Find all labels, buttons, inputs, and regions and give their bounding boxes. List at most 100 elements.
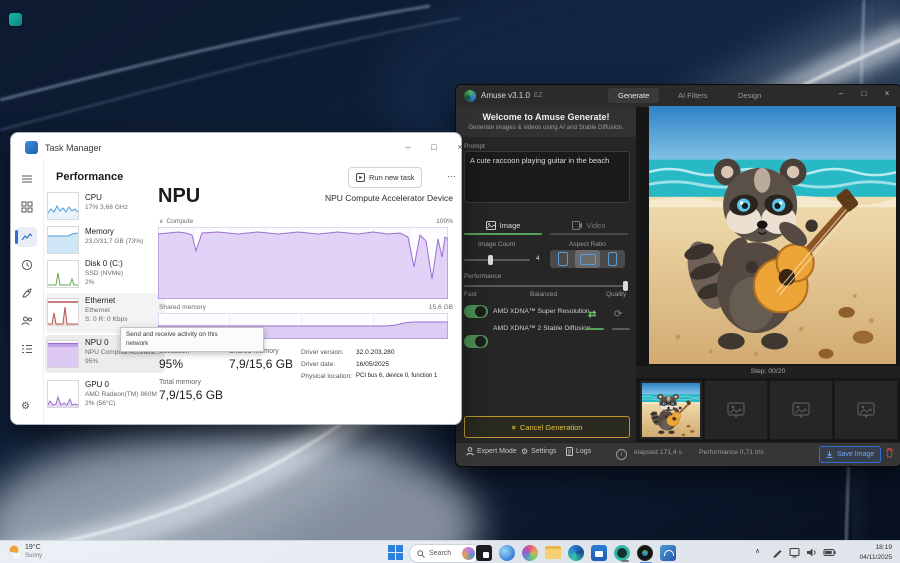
run-new-task-button[interactable]: Run new task [348,167,423,188]
thumbnail-3[interactable] [769,380,833,440]
performance-page-title: Performance [56,171,124,183]
image-placeholder-icon [727,402,745,418]
xdna-super-resolution-label: AMD XDNA™ Super Resolution [493,308,590,315]
generated-image[interactable] [649,106,896,364]
xdna-stable-diffusion-toggle[interactable] [464,335,488,348]
tm-maximize-button[interactable] [423,142,445,152]
battery-icon[interactable] [823,547,836,558]
tab-design[interactable]: Design [728,88,771,103]
thumbnail-1[interactable] [639,380,703,440]
performance-slider[interactable] [464,285,628,287]
aspect-portrait-icon [557,252,568,266]
users-icon[interactable] [21,315,33,327]
store-icon[interactable] [591,545,607,561]
run-new-task-label: Run new task [369,173,415,182]
aspect-landscape-icon [579,253,596,265]
edge-icon[interactable] [568,545,584,561]
card-npu-sub2: 95% [85,358,99,365]
image-count-slider[interactable] [464,259,530,261]
shared-memory-chart-label: Shared memory [159,304,206,311]
network-tooltip: Send and receive activity on this networ… [120,327,264,353]
aspect-square-button[interactable] [600,250,625,268]
amuse-maximize-button[interactable] [854,89,874,98]
pen-icon[interactable] [772,547,783,558]
perf-fast-label: Fast [464,291,477,298]
segment-image[interactable]: Image [464,219,542,231]
task-manager-taskbar-icon[interactable] [660,545,676,563]
sidebar-card-memory[interactable]: Memory 23,0/31,7 GB (73%) [47,225,163,257]
tab-generate[interactable]: Generate [608,88,660,103]
tm-minimize-button[interactable] [397,142,419,152]
logs-button[interactable]: Logs [566,447,591,456]
processes-icon[interactable] [21,201,33,213]
tab-ai-filters[interactable]: AI Filters [668,88,718,103]
menu-icon[interactable] [21,173,33,185]
tm-more-button[interactable]: … [447,169,456,179]
image-icon [485,220,496,230]
save-image-label: Save Image [836,451,875,458]
copilot-icon[interactable] [499,545,515,561]
speaker-icon[interactable] [806,547,817,558]
performance-icon[interactable] [21,231,33,243]
sidebar-card-cpu[interactable]: CPU 17% 3,68 GHz [47,191,163,223]
expert-mode-button[interactable]: Expert Mode [466,447,517,456]
aspect-ratio-control [550,250,625,268]
utilisation-value: 95% [159,357,184,371]
device-icon[interactable] [789,547,800,558]
thumbnail-4[interactable] [834,380,898,440]
file-explorer-icon[interactable] [545,546,561,559]
card-npu-name: NPU 0 [85,338,109,347]
settings-button[interactable]: ⚙ Settings [521,447,556,456]
npu-device-name: NPU Compute Accelerator Device [324,193,453,203]
sidebar-card-disk[interactable]: Disk 0 (C:) SSD (NVMe) 2% [47,259,163,291]
performance-slider-knob[interactable] [623,281,628,291]
sidebar-card-gpu[interactable]: GPU 0 AMD Radeon(TM) 860M 2% (56°C) [47,377,163,415]
document-icon [566,447,573,456]
total-memory-label: Total memory [159,379,202,386]
tooltip-line1: Send and receive activity on this [126,331,218,338]
weather-temp: 19°C [25,544,41,551]
designer-pinwheel-icon[interactable] [522,545,538,561]
toggle-knob [475,306,486,317]
amuse-close-button[interactable] [877,89,897,98]
npu-panel-title: NPU [158,185,201,207]
xdna-super-resolution-toggle[interactable] [464,305,488,318]
aspect-ratio-label: Aspect Ratio [569,241,606,248]
info-icon[interactable]: i [616,449,627,460]
tray-chevron-icon[interactable]: ∧ [755,547,760,555]
app-icon-dark[interactable] [476,545,492,561]
driver-date-label: Driver date: [301,361,336,368]
compute-section-label[interactable]: Compute [159,218,193,225]
physical-location-label: Physical location: [301,373,352,380]
aspect-landscape-button[interactable] [575,250,600,268]
amuse-minimize-button[interactable] [831,89,851,98]
startup-icon[interactable] [21,287,33,299]
search-box[interactable]: Search [409,544,480,563]
disk-mini-chart [47,260,79,288]
loop-icon[interactable]: ⟳ [614,309,622,320]
weather-widget[interactable]: 19°C Sunny [6,543,86,562]
start-button[interactable] [388,545,403,560]
search-highlight-avatar[interactable] [462,547,475,560]
thumbnail-1-image [642,383,700,437]
history-icon[interactable] [21,259,33,271]
shuffle-icon[interactable]: ⇄ [588,309,596,320]
prompt-input[interactable]: A cute raccoon playing guitar in the bea… [464,151,630,203]
perf-quality-label: Quality [606,291,627,298]
delete-icon[interactable] [885,447,894,458]
amuse-taskbar-icon[interactable] [637,545,653,563]
details-icon[interactable] [21,343,33,355]
cancel-generation-button[interactable]: Cancel Generation [464,416,630,438]
aspect-portrait-button[interactable] [550,250,575,268]
thumbnail-2[interactable] [704,380,768,440]
taskbar-clock[interactable]: 18:19 04/11/2025 [859,543,892,562]
settings-gear-icon[interactable]: ⚙ [21,401,30,412]
save-image-button[interactable]: Save Image [819,446,881,463]
segment-video[interactable]: Video [550,219,628,231]
image-count-slider-knob[interactable] [488,255,493,265]
cancel-label: Cancel Generation [519,422,583,432]
taskbar: 19°C Sunny Search ∧ 18:19 04/11/2025 [0,540,900,563]
app-icon-teal[interactable] [614,545,630,562]
tm-close-button[interactable] [449,142,471,152]
desktop-shortcut-icon[interactable] [9,13,22,26]
